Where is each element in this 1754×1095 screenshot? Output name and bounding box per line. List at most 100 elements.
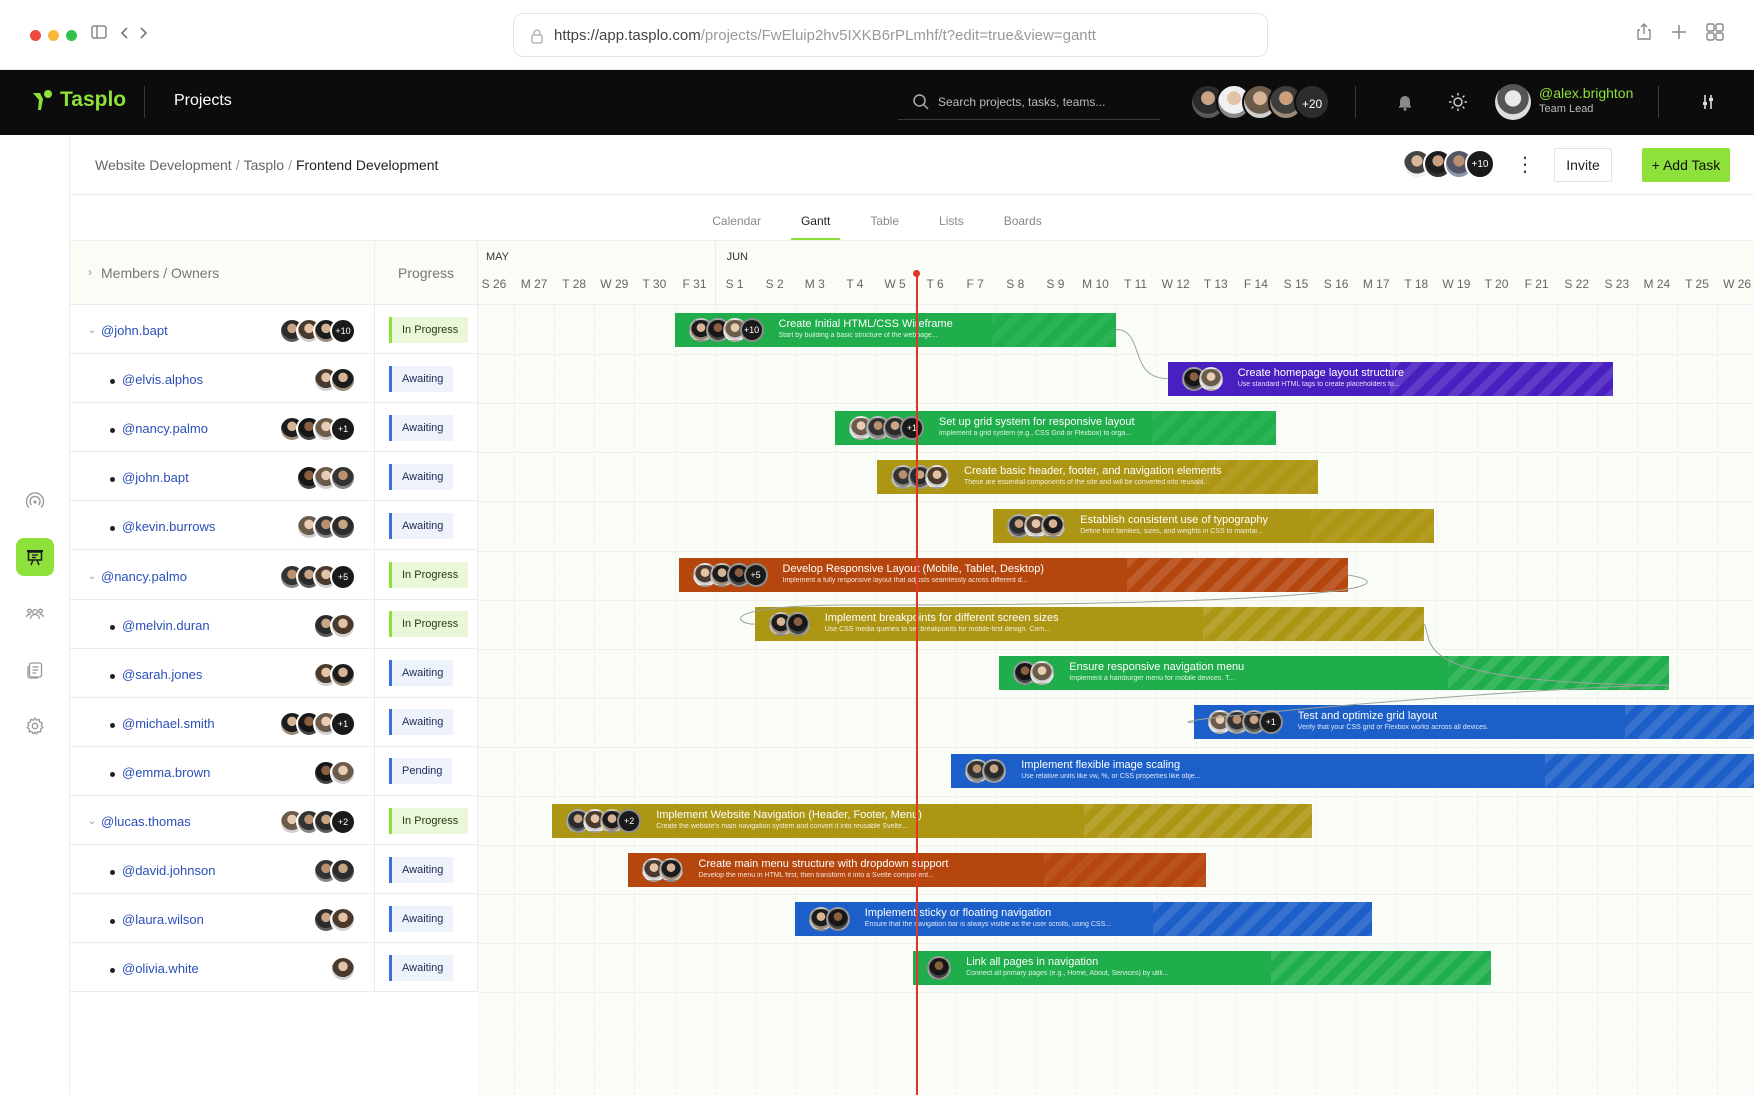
sidebar-toggle-icon[interactable] — [86, 22, 112, 48]
member-row[interactable]: @olivia.white Awaiting — [70, 943, 478, 993]
status-badge[interactable]: Awaiting — [389, 512, 454, 539]
tab-calendar[interactable]: Calendar — [702, 212, 771, 240]
settings-sliders-icon[interactable] — [1698, 92, 1718, 112]
member-row[interactable]: @david.johnson Awaiting — [70, 845, 478, 895]
status-badge[interactable]: Awaiting — [389, 905, 454, 932]
more-count[interactable]: +2 — [330, 809, 356, 835]
member-name[interactable]: @melvin.duran — [122, 618, 210, 633]
more-count[interactable]: +10 — [330, 318, 356, 344]
member-row[interactable]: @elvis.alphos Awaiting — [70, 354, 478, 404]
global-search[interactable]: Search projects, tasks, teams... — [898, 84, 1160, 120]
tab-gantt[interactable]: Gantt — [790, 212, 841, 240]
status-badge[interactable]: In Progress — [389, 316, 469, 343]
forward-icon[interactable] — [130, 22, 156, 48]
member-name[interactable]: @john.bapt — [101, 323, 168, 338]
close-window-button[interactable] — [30, 30, 41, 41]
nav-projects-link[interactable]: Projects — [174, 92, 232, 110]
brand-logo[interactable]: Tasplo — [30, 88, 126, 112]
member-name[interactable]: @michael.smith — [122, 716, 215, 731]
status-badge[interactable]: Awaiting — [389, 856, 454, 883]
tab-boards[interactable]: Boards — [994, 212, 1052, 240]
status-badge[interactable]: Pending — [389, 758, 453, 785]
chevron-down-icon[interactable]: ⌄ — [88, 325, 96, 336]
member-avatar-stack[interactable] — [313, 907, 356, 934]
member-avatar-stack[interactable] — [296, 514, 356, 541]
search-input[interactable]: Search projects, tasks, teams... — [938, 95, 1105, 109]
member-row[interactable]: @michael.smith +1 Awaiting — [70, 697, 478, 747]
project-members-stack[interactable]: +10 — [1402, 149, 1495, 179]
invite-button[interactable]: Invite — [1554, 148, 1612, 182]
member-row[interactable]: @melvin.duran In Progress — [70, 599, 478, 649]
sidebar-item-projects[interactable] — [16, 538, 54, 576]
member-row[interactable]: @emma.brown Pending — [70, 746, 478, 796]
member-avatar-stack[interactable]: +1 — [279, 416, 356, 443]
member-avatar-stack[interactable]: +1 — [279, 710, 356, 737]
member-row[interactable]: @laura.wilson Awaiting — [70, 894, 478, 944]
member-avatar-stack[interactable]: +10 — [279, 318, 356, 344]
address-bar[interactable]: https://app.tasplo.com/projects/FwEluip2… — [513, 13, 1268, 57]
owner-row[interactable]: ⌄ @nancy.palmo +5 In Progress — [70, 550, 478, 600]
chevron-right-icon[interactable]: › — [88, 265, 92, 279]
member-name[interactable]: @nancy.palmo — [101, 569, 187, 584]
member-avatar-stack[interactable] — [330, 956, 356, 983]
owner-row[interactable]: ⌄ @john.bapt +10 In Progress — [70, 305, 478, 355]
team-avatar-stack[interactable]: +20 — [1190, 84, 1330, 120]
status-badge[interactable]: In Progress — [389, 562, 469, 589]
member-name[interactable]: @elvis.alphos — [122, 372, 203, 387]
member-name[interactable]: @kevin.burrows — [122, 519, 215, 534]
add-task-button[interactable]: + Add Task — [1642, 148, 1730, 182]
member-name[interactable]: @olivia.white — [122, 961, 199, 976]
tab-lists[interactable]: Lists — [929, 212, 974, 240]
member-avatar-stack[interactable] — [313, 858, 356, 885]
member-row[interactable]: @nancy.palmo +1 Awaiting — [70, 403, 478, 453]
maximize-window-button[interactable] — [66, 30, 77, 41]
member-name[interactable]: @john.bapt — [122, 470, 189, 485]
member-avatar-stack[interactable] — [313, 759, 356, 786]
members-more-count[interactable]: +10 — [1465, 149, 1495, 179]
member-avatar-stack[interactable] — [296, 465, 356, 492]
more-options-icon[interactable]: ⋮ — [1515, 152, 1535, 177]
member-name[interactable]: @lucas.thomas — [101, 814, 191, 829]
member-avatar-stack[interactable]: +5 — [279, 563, 356, 590]
member-row[interactable]: @sarah.jones Awaiting — [70, 648, 478, 698]
owner-row[interactable]: ⌄ @lucas.thomas +2 In Progress — [70, 796, 478, 846]
tab-overview-icon[interactable] — [1702, 22, 1728, 48]
member-row[interactable]: @john.bapt Awaiting — [70, 452, 478, 502]
status-badge[interactable]: Awaiting — [389, 365, 454, 392]
sidebar-item-documents[interactable] — [16, 651, 54, 689]
breadcrumb-item[interactable]: Website Development — [95, 157, 232, 173]
minimize-window-button[interactable] — [48, 30, 59, 41]
chevron-down-icon[interactable]: ⌄ — [88, 571, 96, 582]
share-icon[interactable] — [1631, 22, 1657, 48]
member-name[interactable]: @nancy.palmo — [122, 421, 208, 436]
member-row[interactable]: @kevin.burrows Awaiting — [70, 501, 478, 551]
member-name[interactable]: @emma.brown — [122, 765, 210, 780]
member-avatar-stack[interactable] — [313, 367, 356, 394]
status-badge[interactable]: Awaiting — [389, 414, 454, 441]
status-badge[interactable]: In Progress — [389, 807, 469, 834]
team-more-count[interactable]: +20 — [1294, 84, 1330, 120]
members-column-header[interactable]: › Members / Owners — [70, 241, 375, 305]
notification-bell-icon[interactable] — [1395, 92, 1415, 112]
status-badge[interactable]: Awaiting — [389, 709, 454, 736]
tab-table[interactable]: Table — [860, 212, 909, 240]
more-count[interactable]: +1 — [330, 710, 356, 737]
status-badge[interactable]: Awaiting — [389, 954, 454, 981]
more-count[interactable]: +1 — [330, 416, 356, 443]
more-count[interactable]: +5 — [330, 563, 356, 590]
member-name[interactable]: @sarah.jones — [122, 667, 202, 682]
sidebar-item-activity[interactable] — [16, 482, 54, 520]
member-avatar-stack[interactable]: +2 — [279, 809, 356, 835]
member-avatar-stack[interactable] — [313, 612, 356, 639]
theme-toggle-icon[interactable] — [1448, 92, 1468, 112]
sidebar-item-settings[interactable] — [16, 707, 54, 745]
new-tab-icon[interactable] — [1666, 22, 1692, 48]
sidebar-item-teams[interactable] — [16, 595, 54, 633]
member-avatar-stack[interactable] — [313, 661, 356, 688]
member-name[interactable]: @david.johnson — [122, 863, 215, 878]
status-badge[interactable]: In Progress — [389, 611, 469, 638]
chevron-down-icon[interactable]: ⌄ — [88, 816, 96, 827]
breadcrumb-item[interactable]: Tasplo — [244, 157, 284, 173]
status-badge[interactable]: Awaiting — [389, 660, 454, 687]
status-badge[interactable]: Awaiting — [389, 463, 454, 490]
